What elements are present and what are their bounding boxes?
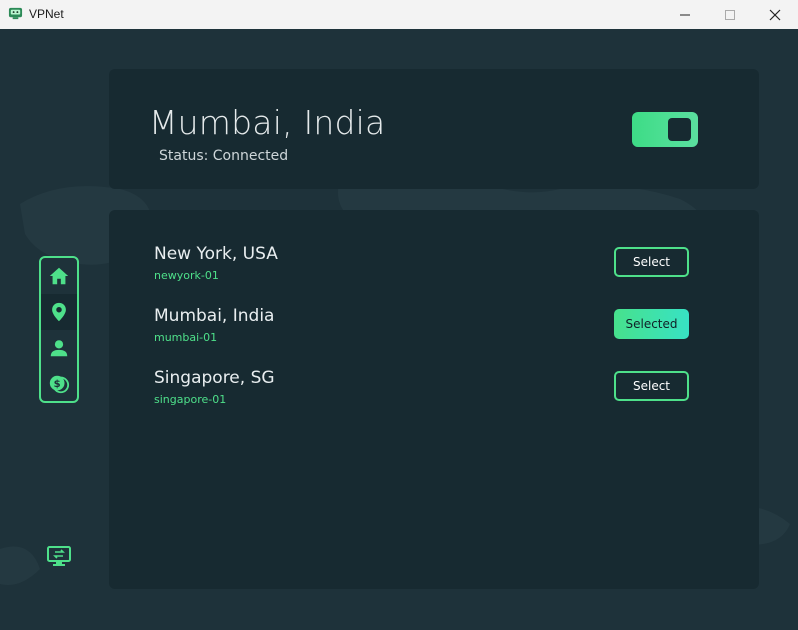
toggle-knob: [668, 118, 691, 141]
window-title: VPNet: [29, 7, 64, 21]
server-id: singapore-01: [154, 393, 227, 406]
nav-account[interactable]: [41, 330, 77, 366]
minimize-button[interactable]: [662, 0, 708, 29]
home-icon: [49, 267, 69, 285]
nav-home[interactable]: [41, 258, 77, 294]
server-row-newyork: New York, USA newyork-01 Select: [154, 244, 694, 294]
nav-locations[interactable]: [41, 294, 77, 330]
connection-toggle[interactable]: [632, 112, 698, 147]
svg-text:$: $: [54, 379, 61, 390]
nav-billing[interactable]: $: [41, 366, 77, 402]
location-pin-icon: [52, 302, 66, 322]
main-area: $ Mumbai, India Status: Connected New Yo…: [0, 29, 798, 630]
current-location: Mumbai, India: [149, 103, 386, 142]
connection-status: Status: Connected: [159, 148, 289, 164]
server-id: mumbai-01: [154, 331, 218, 344]
close-button[interactable]: [752, 0, 798, 29]
monitor-switch-icon: [47, 546, 71, 566]
server-row-mumbai: Mumbai, India mumbai-01 Selected: [154, 306, 694, 356]
title-bar: VPNet: [0, 0, 798, 29]
server-row-singapore: Singapore, SG singapore-01 Select: [154, 368, 694, 418]
coins-icon: $: [49, 375, 70, 394]
close-icon: [769, 9, 781, 20]
user-icon: [50, 340, 68, 357]
maximize-button[interactable]: [707, 0, 753, 29]
select-singapore-button[interactable]: Select: [614, 371, 689, 401]
server-name: Mumbai, India: [154, 306, 275, 326]
app-logo-icon: [8, 7, 23, 20]
select-newyork-button[interactable]: Select: [614, 247, 689, 277]
select-mumbai-button[interactable]: Selected: [614, 309, 689, 339]
minimize-icon: [680, 14, 690, 15]
switch-display-button[interactable]: [46, 543, 72, 569]
maximize-icon: [725, 9, 735, 20]
connection-card: Mumbai, India Status: Connected: [109, 69, 759, 189]
server-name: Singapore, SG: [154, 368, 275, 388]
server-id: newyork-01: [154, 269, 219, 282]
server-name: New York, USA: [154, 244, 278, 264]
server-list: New York, USA newyork-01 Select Mumbai, …: [109, 210, 759, 589]
sidebar-nav: $: [39, 256, 79, 403]
